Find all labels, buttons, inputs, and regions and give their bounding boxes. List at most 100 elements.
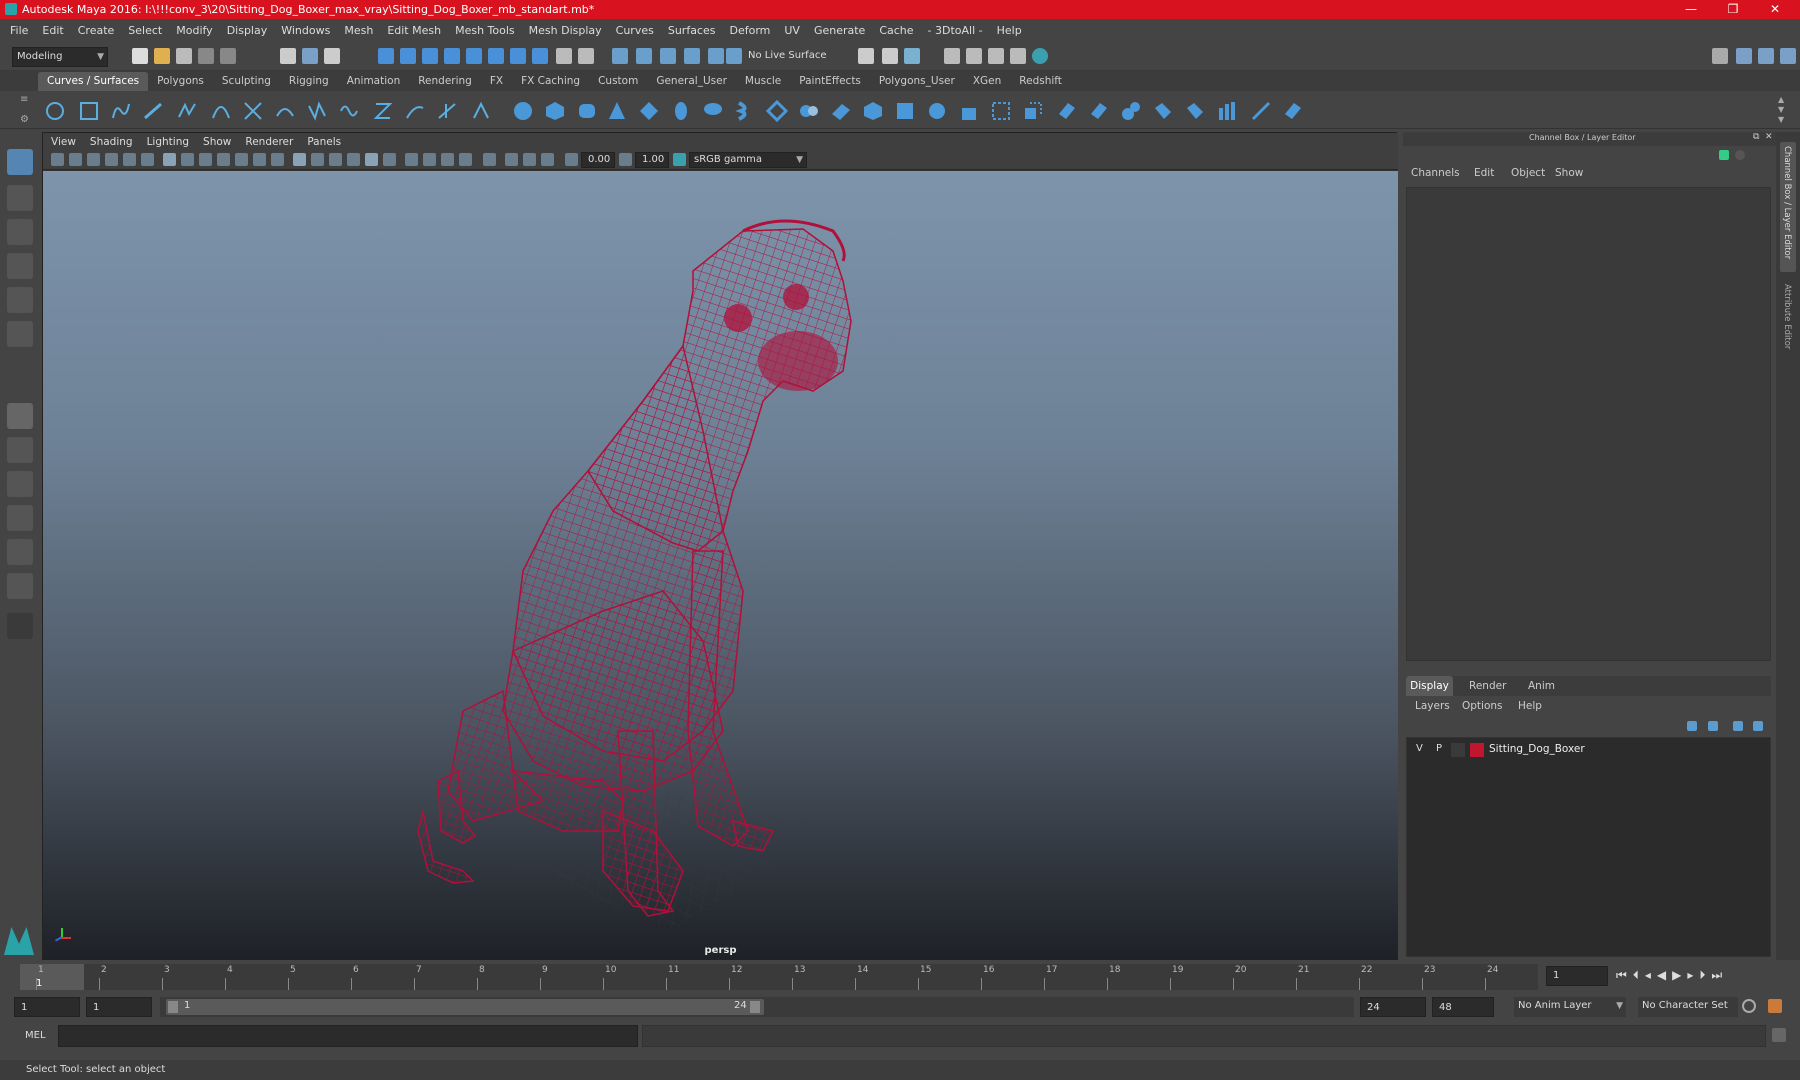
gamma-icon[interactable] (619, 153, 632, 166)
layer-visibility-toggle[interactable]: V (1416, 743, 1423, 754)
color-management-icon[interactable] (673, 153, 686, 166)
make-live-icon[interactable] (708, 48, 724, 64)
menu-create[interactable]: Create (78, 24, 115, 37)
menu-select[interactable]: Select (128, 24, 162, 37)
menu-edit[interactable]: Edit (42, 24, 63, 37)
new-layer-selected-icon[interactable] (1753, 721, 1763, 731)
nurbs-cube-icon[interactable] (544, 100, 566, 122)
scale-tool-icon[interactable] (7, 321, 33, 347)
time-slider[interactable]: 1 1 2 3 4 5 6 7 8 9 10 11 12 13 14 15 16 17 18 19 20 21 22 23 2… (0, 960, 1800, 994)
single-perspective-layout-icon[interactable] (7, 403, 33, 429)
menu-modify[interactable]: Modify (176, 24, 212, 37)
mode-select[interactable]: Modeling ▼ (12, 47, 108, 67)
detach-curves-icon[interactable] (306, 100, 328, 122)
select-camera-icon[interactable] (51, 153, 64, 166)
four-view-layout-icon[interactable] (7, 437, 33, 463)
play-forward-icon[interactable]: ▶ (1672, 968, 1687, 982)
channel-box-menu-show[interactable]: Show (1555, 167, 1583, 179)
close-panel-icon[interactable]: ✕ (1765, 132, 1773, 142)
pencil-curve-icon[interactable] (176, 100, 198, 122)
shelf-tab-custom[interactable]: Custom (589, 72, 647, 91)
snap-curve-icon[interactable] (400, 48, 416, 64)
bezier-curve-icon[interactable] (210, 100, 232, 122)
menu-display[interactable]: Display (227, 24, 268, 37)
revolve-icon[interactable] (702, 100, 724, 122)
magnet-icon[interactable] (726, 48, 742, 64)
new-scene-icon[interactable] (132, 48, 148, 64)
channel-box-menu-channels[interactable]: Channels (1411, 167, 1460, 179)
persp-graph-layout-icon[interactable] (7, 505, 33, 531)
rebuild-curve-icon[interactable] (372, 100, 394, 122)
anim-layer-select[interactable]: No Anim Layer ▼ (1514, 997, 1626, 1017)
move-tool-icon[interactable] (7, 253, 33, 279)
use-all-lights-icon[interactable] (365, 153, 378, 166)
shelf-tab-redshift[interactable]: Redshift (1010, 72, 1071, 91)
menu-surfaces[interactable]: Surfaces (668, 24, 716, 37)
symmetry-icon[interactable] (578, 48, 594, 64)
anti-aliasing-icon[interactable] (441, 153, 454, 166)
snap-live-icon[interactable] (466, 48, 482, 64)
dog-wireframe[interactable] (417, 219, 852, 917)
layer-name[interactable]: Sitting_Dog_Boxer (1489, 743, 1585, 755)
select-by-hierarchy-icon[interactable] (280, 48, 296, 64)
render-current-icon[interactable] (882, 48, 898, 64)
minimize-button[interactable]: — (1670, 0, 1712, 19)
motion-blur-icon[interactable] (423, 153, 436, 166)
start-time-field[interactable]: 1 (14, 997, 80, 1017)
end-time-field[interactable]: 48 (1432, 997, 1494, 1017)
render-setup-icon[interactable] (988, 48, 1004, 64)
persp-outliner-layout-icon[interactable] (7, 471, 33, 497)
light-editor-icon[interactable] (1010, 48, 1026, 64)
side-tab-channel-box[interactable]: Channel Box / Layer Editor (1780, 142, 1796, 272)
float-panel-icon[interactable]: ⧉ (1753, 132, 1759, 142)
trim-tool-icon[interactable] (1056, 100, 1078, 122)
shelf-tab-painteffects[interactable]: PaintEffects (790, 72, 870, 91)
menu-edit-mesh[interactable]: Edit Mesh (387, 24, 441, 37)
bookmark-icon[interactable] (87, 153, 100, 166)
square-surface-icon[interactable] (894, 100, 916, 122)
colorspace-select[interactable]: sRGB gamma ▼ (689, 152, 807, 168)
layer-menu-layers[interactable]: Layers (1415, 700, 1450, 712)
menu-file[interactable]: File (10, 24, 28, 37)
step-forward-key-icon[interactable]: ⏵ (1699, 968, 1711, 982)
nurbs-cylinder-icon[interactable] (576, 100, 598, 122)
menu-mesh-display[interactable]: Mesh Display (529, 24, 602, 37)
render-view-icon[interactable] (858, 48, 874, 64)
field-chart-icon[interactable] (235, 153, 248, 166)
gamma-field[interactable]: 1.00 (635, 152, 669, 168)
shelf-tab-animation[interactable]: Animation (338, 72, 410, 91)
range-end-handle[interactable] (750, 1001, 760, 1013)
lasso-tool-icon[interactable] (7, 185, 33, 211)
shelf-tab-rendering[interactable]: Rendering (409, 72, 481, 91)
isolate-select-icon[interactable] (483, 153, 496, 166)
select-by-component-icon[interactable] (324, 48, 340, 64)
gate-mask-icon[interactable] (217, 153, 230, 166)
viewport-menu-renderer[interactable]: Renderer (245, 136, 293, 148)
step-back-frame-icon[interactable]: ◂ (1645, 968, 1657, 982)
history-icon[interactable] (510, 48, 526, 64)
nurbs-square-icon[interactable] (78, 100, 100, 122)
channel-lock-icon[interactable] (1735, 150, 1745, 160)
xray-icon[interactable] (505, 153, 518, 166)
range-bar[interactable]: 1 24 (166, 999, 764, 1015)
planar-icon[interactable] (766, 100, 788, 122)
channel-box-area[interactable] (1406, 187, 1771, 661)
safe-title-icon[interactable] (271, 153, 284, 166)
maximize-button[interactable]: ❐ (1712, 0, 1754, 19)
surface-editing-icon[interactable] (1282, 100, 1304, 122)
exposure-field[interactable]: 0.00 (581, 152, 615, 168)
two-d-pan-zoom-icon[interactable] (123, 153, 136, 166)
character-set-select[interactable]: No Character Set (1638, 997, 1738, 1017)
shelf-tab-fx[interactable]: FX (481, 72, 512, 91)
nurbs-sphere-icon[interactable] (512, 100, 534, 122)
workspace-layout-icon[interactable] (1712, 48, 1728, 64)
smooth-shade-icon[interactable] (311, 153, 324, 166)
depth-of-field-icon[interactable] (459, 153, 472, 166)
grease-pencil-icon[interactable] (141, 153, 154, 166)
command-input[interactable] (58, 1025, 638, 1047)
attach-curves-icon[interactable] (274, 100, 296, 122)
curve-intersect-icon[interactable] (242, 100, 264, 122)
perspective-view[interactable]: persp (43, 171, 1398, 960)
constraint-icon[interactable] (684, 48, 700, 64)
resolution-gate-icon[interactable] (199, 153, 212, 166)
